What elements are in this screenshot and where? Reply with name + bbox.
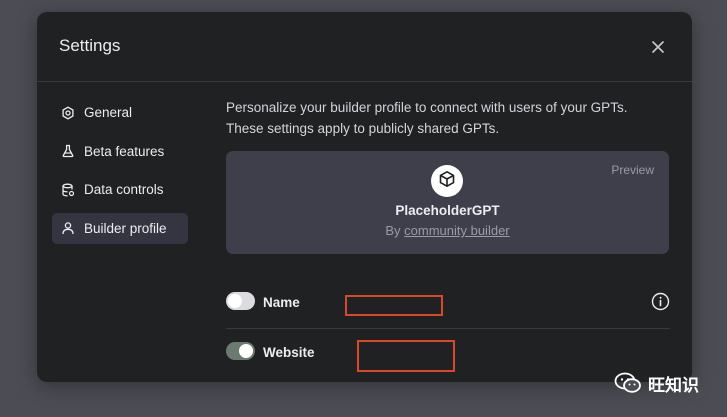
gpt-author-line: By community builder [226, 223, 669, 238]
sidebar-item-label: General [84, 105, 133, 120]
redaction-box-name [345, 295, 443, 316]
dialog-header: Settings [37, 12, 692, 82]
settings-dialog: Settings General Beta features Data cont… [37, 12, 692, 382]
preview-card: Preview PlaceholderGPT By community buil… [226, 151, 669, 254]
sidebar-item-data-controls[interactable]: Data controls [52, 174, 188, 205]
settings-sidebar: General Beta features Data controls Buil… [52, 97, 188, 251]
name-toggle[interactable] [226, 292, 255, 310]
author-prefix: By [385, 223, 401, 238]
cube-icon [438, 170, 456, 193]
builder-profile-panel: Personalize your builder profile to conn… [226, 97, 670, 372]
sidebar-item-label: Beta features [84, 143, 165, 159]
watermark: 旺知识 [614, 371, 699, 395]
close-icon[interactable] [649, 38, 667, 56]
database-icon [61, 183, 75, 197]
name-setting-row: Name [226, 279, 670, 329]
info-icon[interactable] [651, 292, 670, 311]
watermark-text: 旺知识 [648, 375, 699, 395]
wechat-icon [614, 372, 642, 394]
name-label: Name [263, 295, 300, 310]
flask-icon [61, 144, 75, 158]
toggle-knob [228, 294, 242, 308]
author-link[interactable]: community builder [404, 223, 510, 238]
website-toggle[interactable] [226, 342, 255, 360]
preview-label: Preview [611, 163, 654, 177]
sidebar-item-beta-features[interactable]: Beta features [52, 136, 188, 167]
gear-icon [61, 106, 75, 120]
user-icon [61, 221, 75, 235]
sidebar-item-label: Builder profile [84, 220, 167, 236]
sidebar-item-general[interactable]: General [52, 97, 188, 128]
sidebar-item-builder-profile[interactable]: Builder profile [52, 212, 188, 244]
website-label: Website [263, 345, 315, 360]
toggle-knob [239, 344, 253, 358]
redaction-box-website [357, 340, 455, 372]
gpt-avatar [431, 165, 463, 197]
gpt-name: PlaceholderGPT [395, 203, 500, 218]
sidebar-item-label: Data controls [84, 182, 164, 197]
website-setting-row: Website [226, 329, 670, 379]
intro-text: Personalize your builder profile to conn… [226, 100, 628, 136]
dialog-title: Settings [59, 36, 121, 55]
